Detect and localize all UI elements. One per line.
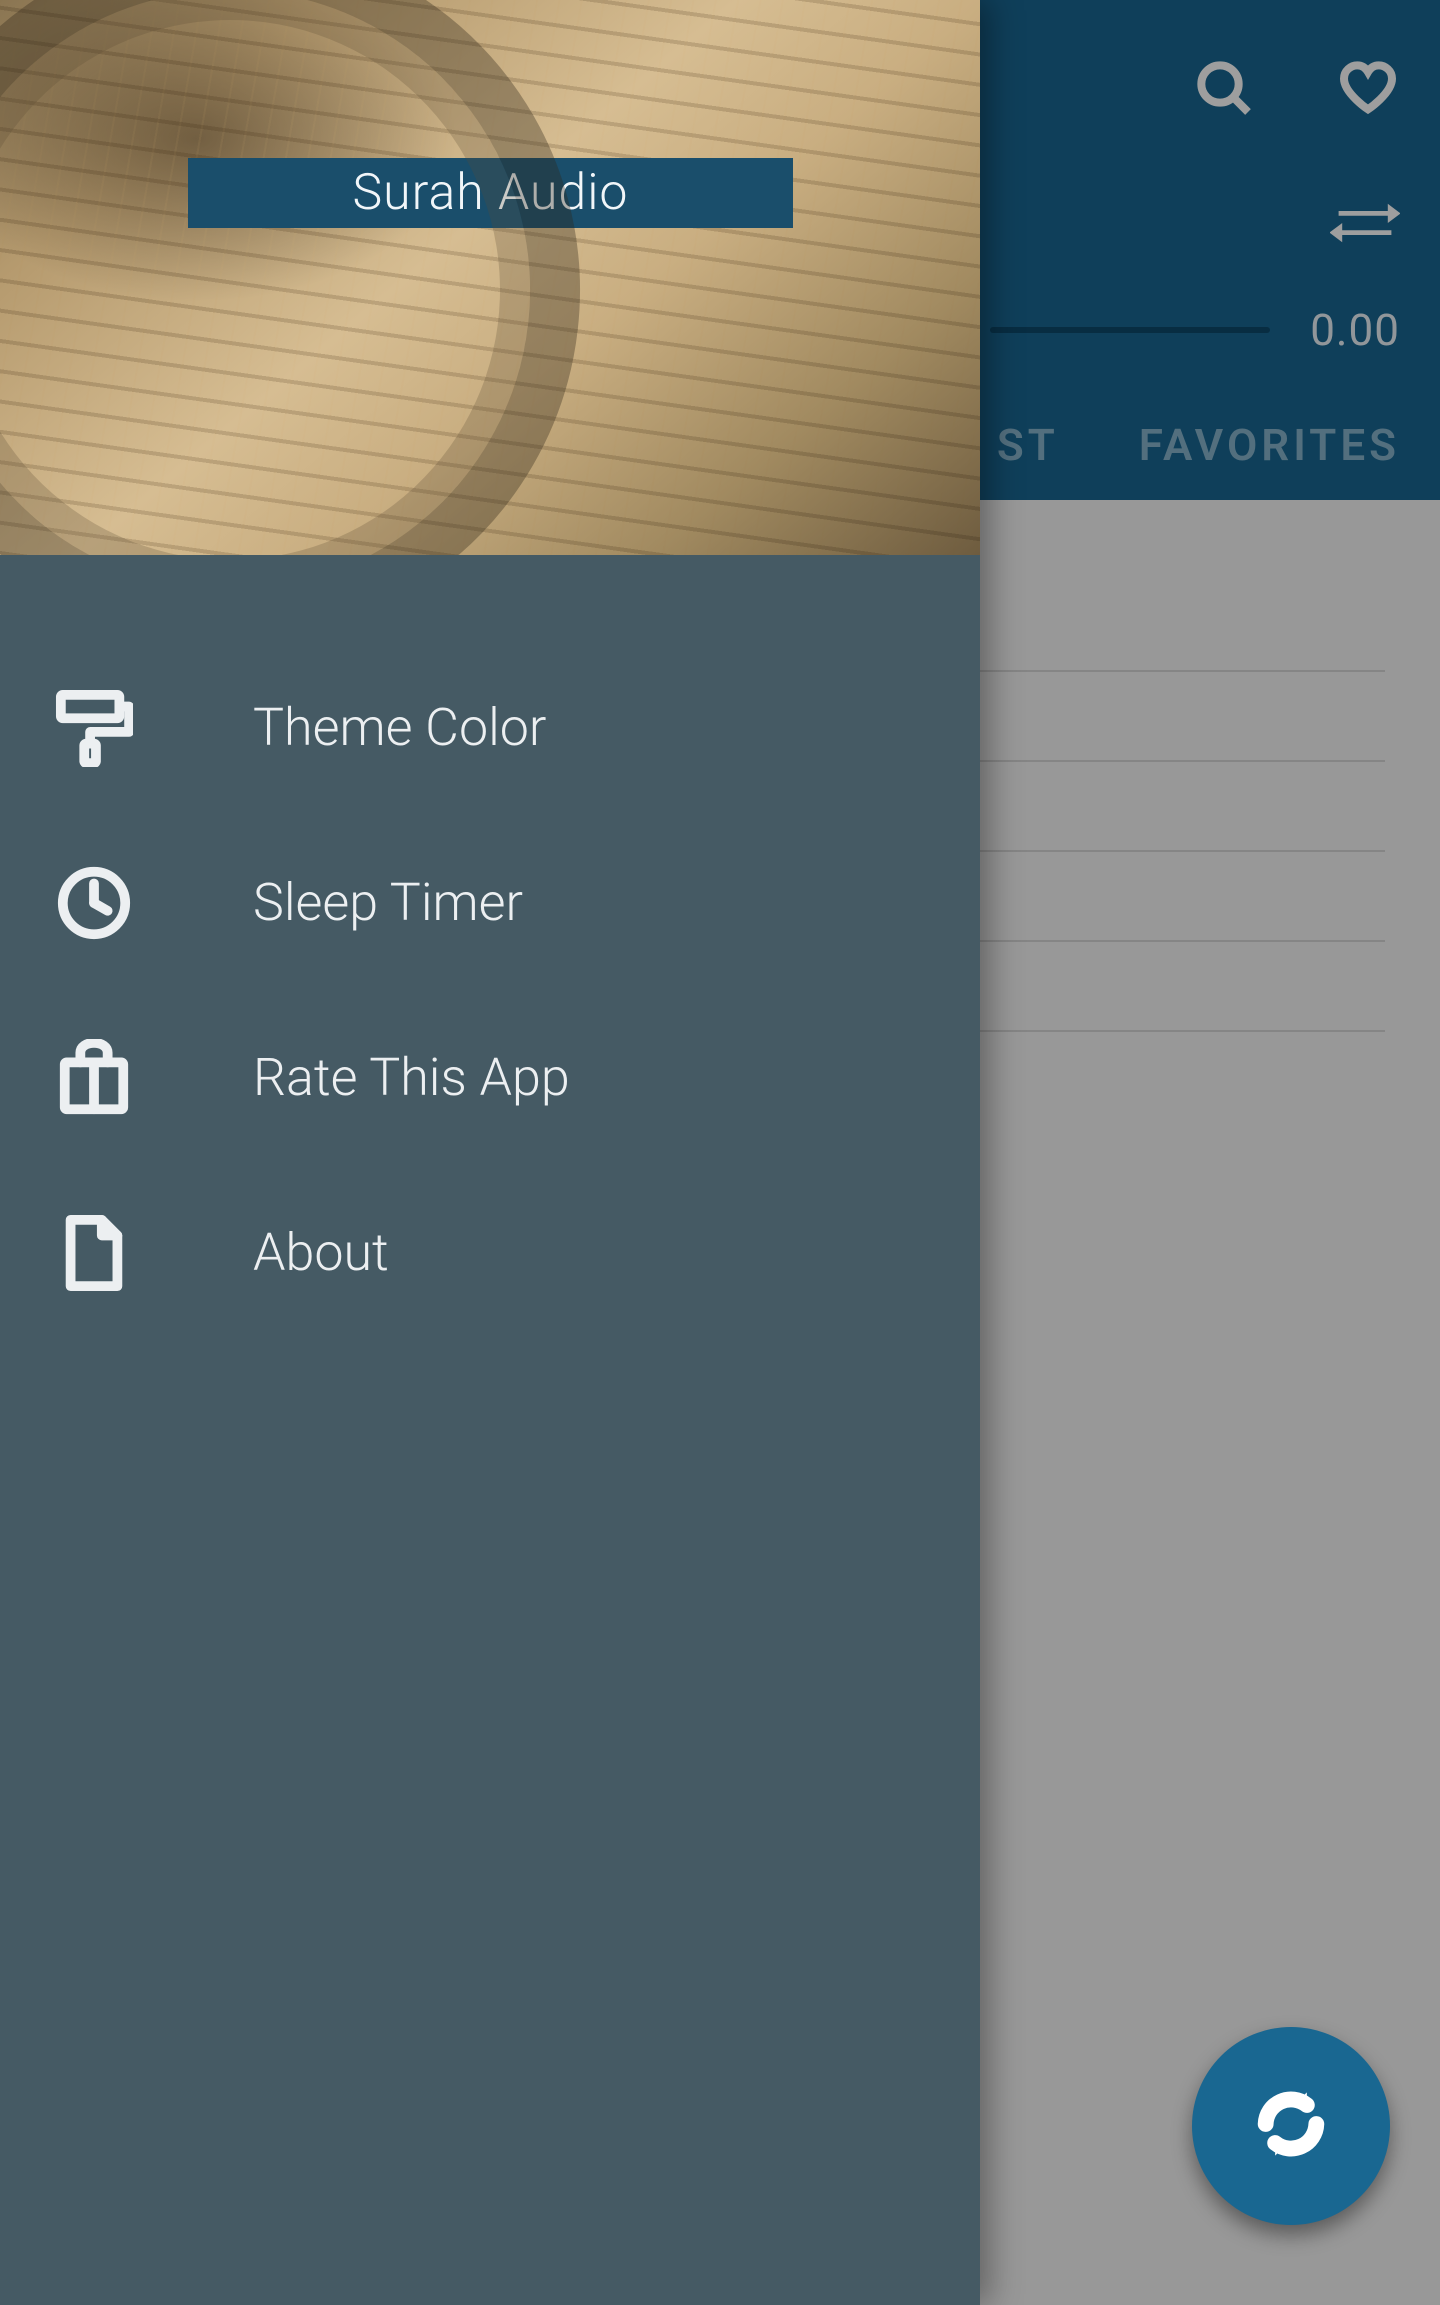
menu-item-rate-app[interactable]: Rate This App	[0, 990, 980, 1165]
menu-item-label: Sleep Timer	[253, 872, 523, 933]
menu-item-about[interactable]: About	[0, 1165, 980, 1340]
clock-icon	[55, 864, 133, 942]
shopping-bag-icon	[55, 1039, 133, 1117]
refresh-icon	[1253, 2086, 1329, 2166]
app-title: Surah Audio	[188, 158, 793, 228]
refresh-fab[interactable]	[1192, 2027, 1390, 2225]
menu-item-theme-color[interactable]: Theme Color	[0, 640, 980, 815]
menu-item-label: Theme Color	[253, 697, 546, 758]
menu-item-sleep-timer[interactable]: Sleep Timer	[0, 815, 980, 990]
menu-item-label: Rate This App	[253, 1047, 570, 1108]
drawer-menu: Theme Color Sleep Timer Rate This Ap	[0, 555, 980, 1340]
navigation-drawer: Surah Audio Theme Color Sleep Timer	[0, 0, 980, 2305]
document-icon	[55, 1214, 133, 1292]
paint-roller-icon	[55, 689, 133, 767]
drawer-header: Surah Audio	[0, 0, 980, 555]
menu-item-label: About	[253, 1222, 389, 1283]
